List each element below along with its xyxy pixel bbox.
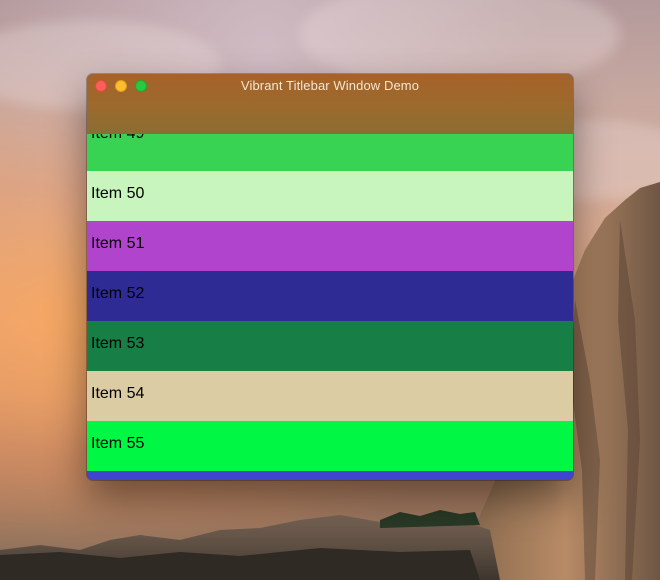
list-item-label: Item 55	[91, 435, 145, 452]
list-item[interactable]	[87, 471, 573, 480]
list-item[interactable]: Item 53	[87, 321, 573, 371]
vibrant-titlebar[interactable]: Vibrant Titlebar Window Demo	[87, 74, 573, 134]
list-item-label: Item 54	[91, 385, 145, 402]
list-item[interactable]: Item 54	[87, 371, 573, 421]
list-item-label: Item 49	[91, 134, 144, 143]
list-item[interactable]: Item 51	[87, 221, 573, 271]
list-item-label: Item 50	[91, 185, 145, 202]
list-item[interactable]: Item 52	[87, 271, 573, 321]
list-item[interactable]: Item 49	[87, 134, 573, 172]
desktop-wallpaper: Vibrant Titlebar Window Demo Item 49 Ite…	[0, 0, 660, 580]
list-item[interactable]: Item 55	[87, 421, 573, 471]
window-title: Vibrant Titlebar Window Demo	[240, 78, 420, 93]
app-window: Vibrant Titlebar Window Demo Item 49 Ite…	[87, 74, 573, 480]
item-list[interactable]: Item 49 Item 50 Item 51 Item 52 Item 53 …	[87, 134, 573, 480]
list-item-label: Item 52	[91, 285, 145, 302]
list-item[interactable]: Item 50	[87, 171, 573, 221]
list-item-label: Item 53	[91, 335, 145, 352]
list-item-label: Item 51	[91, 235, 145, 252]
